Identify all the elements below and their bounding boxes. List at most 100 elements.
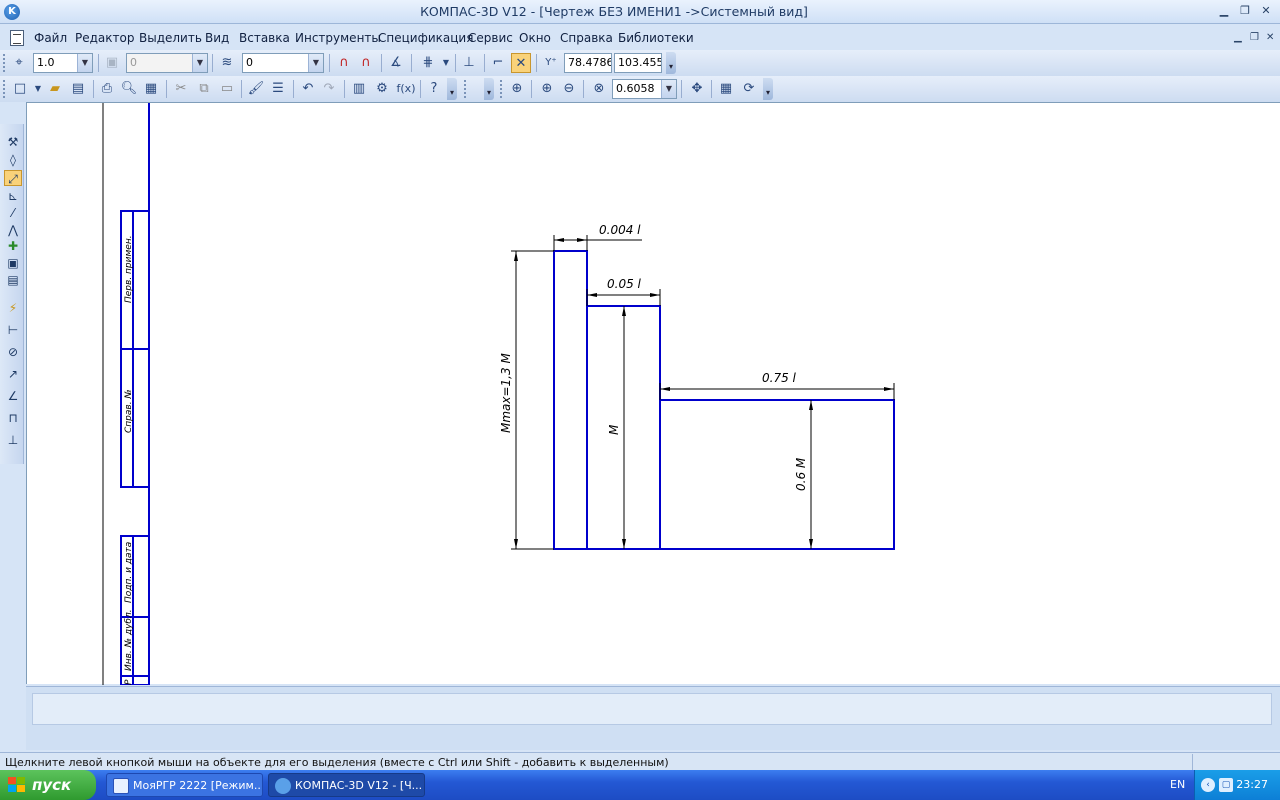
zoom-scale-icon[interactable]: ⊗ <box>589 79 609 99</box>
menu-select[interactable]: Выделить <box>139 31 202 45</box>
menu-service[interactable]: Сервис <box>468 31 513 45</box>
toolbar-options-chevron[interactable]: ▾ <box>763 78 773 100</box>
ortho-icon[interactable]: ∡ <box>386 53 406 73</box>
parametrization-icon[interactable]: ⋀ <box>4 222 22 238</box>
context-help-icon[interactable]: ? <box>424 79 444 99</box>
doc-close-button[interactable]: ✕ <box>1266 32 1274 43</box>
menu-file[interactable]: Файл <box>34 31 67 45</box>
angle-icon[interactable]: ∠ <box>4 388 22 404</box>
layers-icon[interactable]: ≋ <box>217 53 237 73</box>
save-icon[interactable]: ▤ <box>68 79 88 99</box>
print-preview-icon[interactable]: 🔍︎ <box>119 79 139 99</box>
linear-dimension-icon[interactable]: ⊢ <box>4 322 22 338</box>
local-cs-icon[interactable]: ⌖ <box>9 53 29 73</box>
style-combo[interactable]: 0 ▼ <box>242 53 324 73</box>
menu-insert[interactable]: Вставка <box>239 31 290 45</box>
select-icon[interactable]: ▣ <box>4 255 22 271</box>
hammer-icon[interactable]: ⚒ <box>4 134 22 150</box>
menu-edit[interactable]: Редактор <box>75 31 134 45</box>
toolbar-grip[interactable] <box>3 54 6 72</box>
zoom-combo[interactable]: 0.6058 ▼ <box>612 79 677 99</box>
toolbar-options-chevron[interactable]: ▾ <box>447 78 457 100</box>
zoom-in-icon[interactable]: ⊕ <box>537 79 557 99</box>
refresh-icon[interactable]: ⟳ <box>739 79 759 99</box>
zoom-window-icon[interactable]: ⊕ <box>507 79 527 99</box>
toolbar-options-chevron[interactable]: ▾ <box>666 52 676 74</box>
dim-label-mid[interactable]: 0.05 l <box>607 277 642 291</box>
new-document-icon[interactable]: □ <box>10 79 30 99</box>
properties-icon[interactable]: ☰ <box>268 79 288 99</box>
paste-icon[interactable]: ▭ <box>217 79 237 99</box>
zoom-out-icon[interactable]: ⊖ <box>559 79 579 99</box>
task-word-document[interactable]: МояРГР 2222 [Режим... <box>106 773 263 797</box>
preview-settings-icon[interactable]: ▦ <box>141 79 161 99</box>
doc-restore-button[interactable]: ❐ <box>1250 32 1259 43</box>
manager-icon[interactable]: ▥ <box>349 79 369 99</box>
grid-icon[interactable]: ⋕ <box>418 53 438 73</box>
edit-icon[interactable]: ⤢ <box>4 170 22 186</box>
chevron-down-icon[interactable]: ▼ <box>192 54 207 72</box>
drawing-canvas[interactable]: 0.004 l 0.05 l 0.75 l Mmax=1,3 M M 0.6 M… <box>26 102 1280 685</box>
dim-label-top[interactable]: 0.004 l <box>599 223 641 237</box>
toolbar-grip[interactable] <box>3 80 6 98</box>
dim-label-inner[interactable]: M <box>607 424 621 435</box>
radius-icon[interactable]: ↗ <box>4 366 22 382</box>
print-icon[interactable]: ⎙ <box>97 79 117 99</box>
tray-expand-icon[interactable]: ‹ <box>1201 778 1215 792</box>
format-brush-icon[interactable]: 🖌︎ <box>246 79 266 99</box>
chamfer-icon[interactable]: ⊓ <box>4 410 22 426</box>
chevron-down-icon[interactable]: ▼ <box>436 53 456 73</box>
close-button[interactable]: ✕ <box>1258 4 1274 20</box>
scale-combo[interactable]: 1.0 ▼ <box>33 53 93 73</box>
auto-line-icon[interactable]: ⚡ <box>4 300 22 316</box>
copy-icon[interactable]: ⧉ <box>194 79 214 99</box>
layer-state-icon[interactable]: ▣ <box>102 53 122 73</box>
menu-libraries[interactable]: Библиотеки <box>618 31 694 45</box>
open-folder-icon[interactable]: ▰ <box>45 79 65 99</box>
clock[interactable]: 23:27 <box>1236 778 1268 791</box>
dim-label-right-vertical[interactable]: 0.6 M <box>794 457 808 491</box>
show-all-icon[interactable]: ▦ <box>716 79 736 99</box>
menu-view[interactable]: Вид <box>205 31 229 45</box>
geometry-icon[interactable]: ◊ <box>4 152 22 168</box>
variables-icon[interactable]: ⚙ <box>372 79 392 99</box>
menu-specification[interactable]: Спецификация <box>378 31 473 45</box>
dim-label-left[interactable]: Mmax=1,3 M <box>499 353 513 433</box>
round-corner-icon[interactable]: ⌐ <box>488 53 508 73</box>
coord-y-field[interactable]: 103.455 <box>614 53 662 73</box>
cursor-coordinates-icon[interactable]: Y⁺ <box>541 53 561 73</box>
cut-icon[interactable]: ✂ <box>171 79 191 99</box>
language-indicator[interactable]: EN <box>1170 778 1185 791</box>
maximize-button[interactable]: ❐ <box>1237 4 1253 20</box>
menu-help[interactable]: Справка <box>560 31 613 45</box>
tray-windows-icon[interactable]: ▢ <box>1219 778 1233 792</box>
function-icon[interactable]: f(x) <box>394 79 418 99</box>
coord-x-field[interactable]: 78.4786 <box>564 53 612 73</box>
task-kompas[interactable]: КОМПАС-3D V12 - [Ч... <box>268 773 425 797</box>
layer-combo[interactable]: 0 ▼ <box>126 53 208 73</box>
start-button[interactable]: пуск <box>0 770 96 800</box>
roughness-icon[interactable]: ⊥ <box>4 432 22 448</box>
redo-icon[interactable]: ↷ <box>319 79 339 99</box>
chevron-down-icon[interactable]: ▼ <box>308 54 323 72</box>
document-icon[interactable] <box>10 30 24 46</box>
chevron-down-icon[interactable]: ▼ <box>77 54 92 72</box>
doc-minimize-button[interactable]: ▁ <box>1234 32 1242 43</box>
snap-settings-icon[interactable]: ∩ <box>356 53 376 73</box>
designations-icon[interactable]: ⁄ <box>4 205 22 221</box>
coordinate-axes-icon[interactable]: ⊥ <box>459 53 479 73</box>
minimize-button[interactable]: ▁ <box>1216 4 1232 20</box>
parametric-mode-icon[interactable]: ✕ <box>511 53 531 73</box>
toolbar-grip[interactable] <box>464 80 467 98</box>
chevron-down-icon[interactable]: ▼ <box>661 80 676 98</box>
toolbar-grip[interactable] <box>500 80 503 98</box>
menu-tools[interactable]: Инструменты <box>295 31 381 45</box>
pan-icon[interactable]: ✥ <box>687 79 707 99</box>
drawing-svg[interactable]: 0.004 l 0.05 l 0.75 l Mmax=1,3 M M 0.6 M… <box>27 103 1280 685</box>
measure-icon[interactable]: ✚ <box>4 238 22 254</box>
diameter-icon[interactable]: ⊘ <box>4 344 22 360</box>
dimensions-icon[interactable]: ⊾ <box>4 188 22 204</box>
undo-icon[interactable]: ↶ <box>298 79 318 99</box>
menu-window[interactable]: Окно <box>519 31 551 45</box>
toolbar-options-chevron[interactable]: ▾ <box>484 78 494 100</box>
